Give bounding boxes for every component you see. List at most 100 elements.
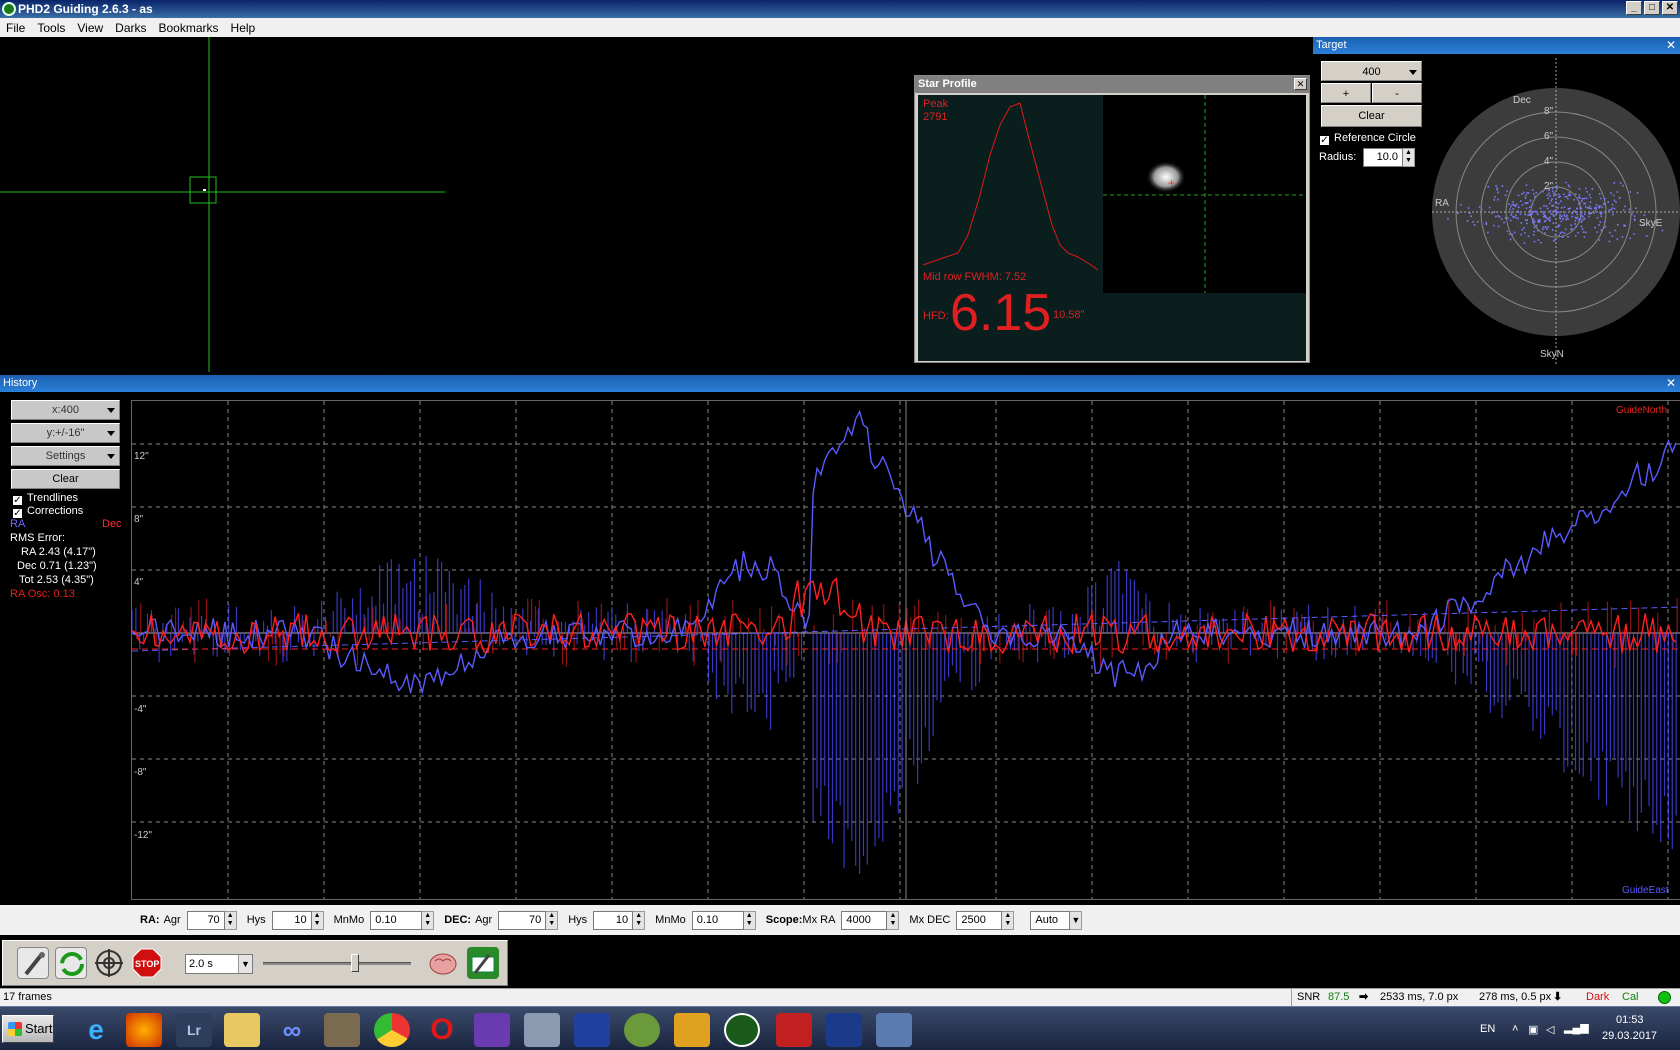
language-indicator[interactable]: EN <box>1480 1023 1495 1035</box>
legend-dec[interactable]: Dec <box>102 518 122 530</box>
ra-min-move-input[interactable]: 0.10 ▲ ▼ <box>370 910 435 930</box>
android-studio-icon[interactable] <box>624 1013 660 1047</box>
loop-exposure-icon[interactable] <box>55 947 87 979</box>
spin-arrows-icon: ▲ ▼ <box>422 910 435 930</box>
target-scatter-point <box>1613 199 1616 202</box>
visual-studio-icon[interactable] <box>474 1013 510 1047</box>
ie-icon[interactable]: e <box>78 1013 114 1047</box>
ra-aggressiveness-input[interactable]: 70 ▲ ▼ <box>186 910 237 930</box>
start-button[interactable]: Start <box>2 1015 54 1043</box>
target-scatter-point <box>1551 198 1553 200</box>
target-scatter-point <box>1550 199 1553 202</box>
history-x-scale-select[interactable]: x:400 <box>11 400 120 420</box>
history-clear-button[interactable]: Clear <box>11 469 120 489</box>
tray-expand-icon[interactable]: ˄ <box>1512 1023 1518 1035</box>
minimize-button[interactable]: _ <box>1626 1 1642 15</box>
history-y-scale-select[interactable]: y:+/-16" <box>11 423 120 443</box>
gamma-slider-track[interactable] <box>263 962 411 965</box>
app-blue-icon[interactable] <box>826 1013 862 1047</box>
target-scatter-point <box>1556 185 1558 187</box>
menu-view[interactable]: View <box>71 21 109 35</box>
floppy-icon[interactable] <box>574 1013 610 1047</box>
target-clear-button[interactable]: Clear <box>1321 105 1422 127</box>
phd-icon[interactable] <box>724 1013 760 1047</box>
spin-arrows-icon: ▲ ▼ <box>1403 148 1415 167</box>
explorer-icon[interactable] <box>224 1013 260 1047</box>
target-scatter-point <box>1506 190 1508 193</box>
gimp-icon[interactable] <box>324 1013 360 1047</box>
trendlines-checkbox[interactable]: ✓ Trendlines <box>12 492 78 506</box>
target-scatter-point <box>1579 217 1582 220</box>
dark-indicator: Dark <box>1586 991 1610 1003</box>
clock-time[interactable]: 01:53 <box>1616 1014 1644 1026</box>
target-scatter-point <box>1559 232 1562 234</box>
dec-aggressiveness-input[interactable]: 70 ▲ ▼ <box>498 910 559 930</box>
tools-icon[interactable] <box>524 1013 560 1047</box>
target-zoom-in-button[interactable]: + <box>1321 83 1371 103</box>
signal-icon[interactable]: ▂▄▆ <box>1564 1021 1589 1034</box>
menu-help[interactable]: Help <box>225 21 262 35</box>
target-scatter-point <box>1613 182 1616 184</box>
dec-hysteresis-input[interactable]: 10 ▲ ▼ <box>593 910 646 930</box>
star-profile-close-button[interactable]: ✕ <box>1294 78 1307 90</box>
target-scatter-point <box>1566 216 1568 219</box>
camera-connect-icon[interactable] <box>17 947 49 979</box>
target-scatter-point <box>1540 241 1542 244</box>
dec-min-move-input[interactable]: 0.10 ▲ ▼ <box>691 910 756 930</box>
ra-oscillation: RA Osc: 0.13 <box>10 588 75 600</box>
stack-icon[interactable] <box>674 1013 710 1047</box>
target-scatter-point <box>1546 228 1548 230</box>
frame-count: 17 frames <box>3 991 52 1003</box>
target-scatter-point <box>1476 220 1479 223</box>
history-graph[interactable]: 12" 8" 4" -4" -8" -12" GuideNorth GuideE… <box>131 400 1680 900</box>
guide-settings-icon[interactable] <box>467 947 499 979</box>
guide-crosshair-icon[interactable] <box>93 947 125 979</box>
clock-date[interactable]: 29.03.2017 <box>1602 1030 1657 1042</box>
history-settings-select[interactable]: Settings <box>11 446 120 466</box>
settings-label: Settings <box>45 450 86 462</box>
target-zoom-out-button[interactable]: - <box>1372 83 1422 103</box>
target-scatter-point <box>1600 215 1603 217</box>
target-scatter-point <box>1575 226 1577 228</box>
guide-algorithm-controls: RA: Agr 70 ▲ ▼ Hys 10 ▲ ▼ MnMo 0.10 ▲ ▼ DEC: A… <box>0 905 1680 935</box>
target-close-icon[interactable]: ✕ <box>1666 37 1676 54</box>
target-scatter-point <box>1616 238 1619 241</box>
reference-circle-checkbox[interactable]: ✓ Reference Circle <box>1319 132 1416 146</box>
peak-label: Peak <box>923 98 949 110</box>
target-scatter-point <box>1497 191 1499 194</box>
legend-ra[interactable]: RA <box>10 518 25 530</box>
infinity-icon[interactable]: ∞ <box>274 1013 310 1047</box>
exposure-select[interactable]: 2.0 s ▼ <box>185 954 253 974</box>
target-scatter-point <box>1523 226 1525 229</box>
opera-icon[interactable]: O <box>424 1013 460 1047</box>
firefox-icon[interactable] <box>126 1013 162 1047</box>
menu-tools[interactable]: Tools <box>31 21 71 35</box>
target-zoom-select[interactable]: 400 <box>1321 61 1422 81</box>
gamma-slider-thumb[interactable] <box>350 954 359 972</box>
max-dec-duration-input[interactable]: 2500 ▲ ▼ <box>956 910 1015 930</box>
app-window-icon[interactable] <box>876 1013 912 1047</box>
target-scatter-point <box>1467 207 1470 209</box>
history-close-icon[interactable]: ✕ <box>1666 375 1676 392</box>
ra-controls-label: RA: <box>140 914 160 926</box>
brain-icon[interactable] <box>427 947 459 979</box>
menu-file[interactable]: File <box>0 21 31 35</box>
network-icon[interactable]: ▣ <box>1528 1023 1538 1036</box>
stop-icon[interactable]: STOP <box>131 947 163 979</box>
max-ra-duration-input[interactable]: 4000 ▲ ▼ <box>841 910 900 930</box>
menu-darks[interactable]: Darks <box>109 21 152 35</box>
maximize-button[interactable]: □ <box>1644 1 1660 15</box>
menu-bookmarks[interactable]: Bookmarks <box>153 21 225 35</box>
radius-input[interactable]: 10.0 ▲ ▼ <box>1363 148 1415 167</box>
close-button[interactable]: ✕ <box>1662 1 1678 15</box>
ra-hysteresis-input[interactable]: 10 ▲ ▼ <box>271 910 324 930</box>
corrections-checkbox[interactable]: ✓ Corrections <box>12 505 83 519</box>
target-zoom-value: 400 <box>1362 66 1381 78</box>
target-scatter-point <box>1473 224 1476 226</box>
dec-guide-mode-select[interactable]: Auto ▼ <box>1030 910 1083 930</box>
lightroom-icon[interactable]: Lr <box>176 1013 212 1047</box>
chrome-icon[interactable] <box>374 1013 410 1047</box>
volume-icon[interactable]: ◁ <box>1546 1023 1554 1036</box>
app-red-icon[interactable] <box>776 1013 812 1047</box>
history-title: History <box>3 377 38 389</box>
